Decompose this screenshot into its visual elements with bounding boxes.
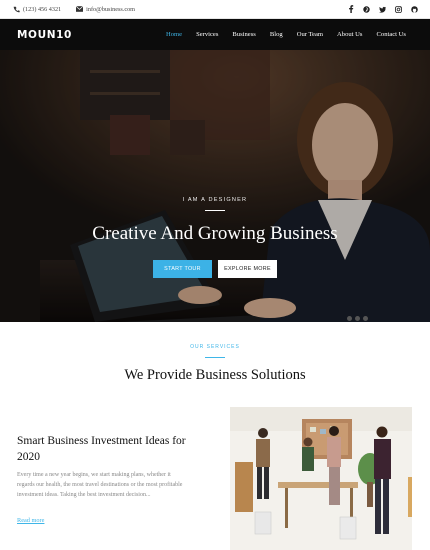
- hero-title: Creative And Growing Business: [92, 223, 338, 244]
- read-more-link[interactable]: Read more: [17, 517, 44, 524]
- instagram-icon[interactable]: [395, 5, 402, 13]
- top-bar: (123) 456 4321 info@business.com: [0, 0, 430, 19]
- slider-dot[interactable]: [347, 316, 352, 321]
- slider-dot[interactable]: [363, 316, 368, 321]
- nav-item-about-us[interactable]: About Us: [330, 31, 369, 38]
- slider-dot[interactable]: [355, 316, 360, 321]
- pinterest-icon[interactable]: [363, 5, 370, 13]
- services-title: We Provide Business Solutions: [124, 367, 306, 383]
- start-tour-button[interactable]: START TOUR: [153, 260, 212, 278]
- site-logo[interactable]: MOUN10: [17, 29, 72, 41]
- hero-divider: [205, 210, 225, 211]
- mail-icon: [75, 5, 83, 13]
- phone-contact[interactable]: (123) 456 4321: [12, 5, 61, 13]
- hero-overlay: [0, 50, 430, 322]
- social-links: [347, 5, 418, 13]
- nav-item-business[interactable]: Business: [225, 31, 262, 38]
- services-divider: [205, 357, 225, 358]
- phone-number: (123) 456 4321: [23, 5, 62, 13]
- email-contact[interactable]: info@business.com: [75, 5, 135, 13]
- hero-kicker: I AM A DESIGNER: [182, 197, 248, 203]
- facebook-icon[interactable]: [347, 5, 354, 13]
- main-navbar: MOUN10 Home Services Business Blog Our T…: [0, 19, 430, 50]
- article-excerpt: Every time a new year begins, we start m…: [17, 472, 183, 498]
- nav-item-services[interactable]: Services: [189, 31, 225, 38]
- nav-item-blog[interactable]: Blog: [263, 31, 290, 38]
- nav-item-home[interactable]: Home: [159, 31, 189, 38]
- article-title: Smart Business Investment Ideas for 2020: [17, 435, 186, 463]
- services-kicker: OUR SERVICES: [190, 344, 240, 350]
- github-icon[interactable]: [411, 5, 418, 13]
- phone-icon: [12, 5, 20, 13]
- explore-more-button[interactable]: EXPLORE MORE: [218, 260, 277, 278]
- hero-buttons: START TOUR EXPLORE MORE: [0, 260, 430, 278]
- nav-item-contact-us[interactable]: Contact Us: [370, 31, 414, 38]
- twitter-icon[interactable]: [379, 6, 386, 13]
- hero-section: I AM A DESIGNER Creative And Growing Bus…: [0, 50, 430, 322]
- nav-item-our-team[interactable]: Our Team: [290, 31, 330, 38]
- slider-dots: [347, 316, 368, 321]
- email-address: info@business.com: [86, 5, 135, 13]
- team-meeting-photo: [230, 407, 412, 550]
- main-menu: Home Services Business Blog Our Team Abo…: [159, 31, 413, 38]
